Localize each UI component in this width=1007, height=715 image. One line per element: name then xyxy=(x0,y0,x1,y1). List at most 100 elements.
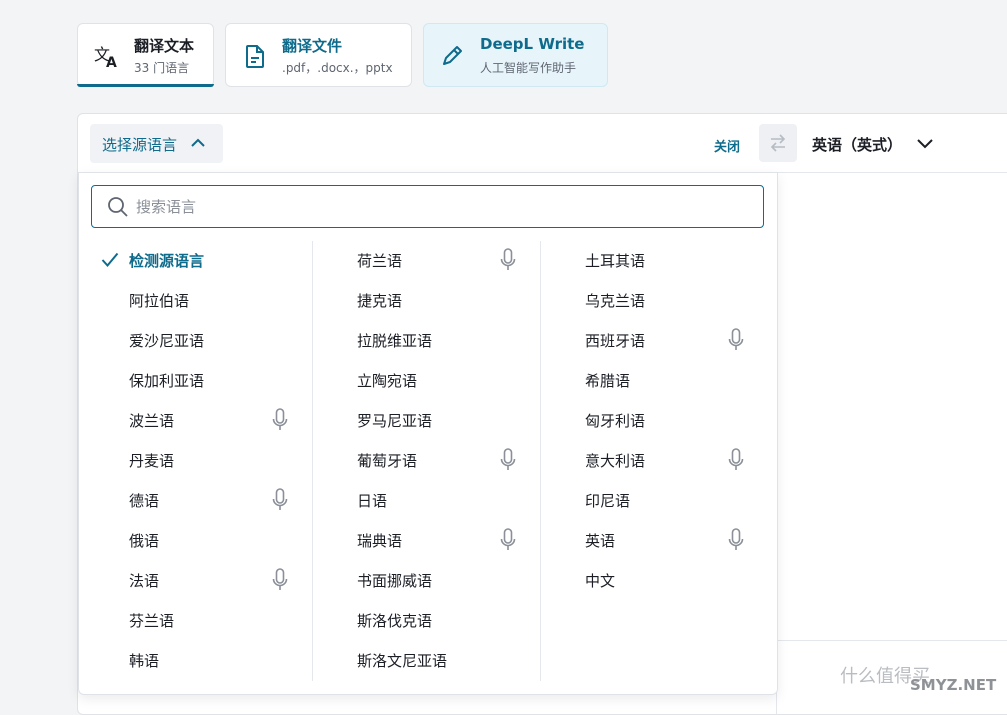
language-option-label: 日语 xyxy=(357,492,388,510)
language-option[interactable]: 英语 xyxy=(535,521,745,561)
document-icon xyxy=(246,45,264,68)
tab-subtitle: 33 门语言 xyxy=(134,61,190,75)
watermark-site: SMYZ.NET xyxy=(910,676,997,694)
language-option-label: 拉脱维亚语 xyxy=(357,332,433,350)
language-option-label: 匈牙利语 xyxy=(585,412,646,430)
language-option-label: 立陶宛语 xyxy=(357,372,418,390)
language-option-label: 土耳其语 xyxy=(585,252,646,270)
microphone-icon xyxy=(728,448,744,476)
language-option-label: 丹麦语 xyxy=(129,452,175,470)
tab-title: 翻译文件 xyxy=(282,37,343,55)
language-option[interactable]: 土耳其语 xyxy=(535,241,745,281)
chevron-up-icon xyxy=(191,138,205,147)
language-option[interactable]: 印尼语 xyxy=(535,481,745,521)
language-option-label: 罗马尼亚语 xyxy=(357,412,433,430)
microphone-icon xyxy=(728,528,744,556)
microphone-icon xyxy=(272,408,288,436)
language-option[interactable]: 意大利语 xyxy=(535,441,745,481)
microphone-icon xyxy=(500,448,516,476)
language-option[interactable]: 法语 xyxy=(79,561,289,601)
language-search-box[interactable] xyxy=(91,185,764,228)
language-option-label: 瑞典语 xyxy=(357,532,403,550)
tab-title: DeepL Write xyxy=(480,35,585,53)
microphone-icon xyxy=(728,328,744,356)
language-option-label: 德语 xyxy=(129,492,160,510)
microphone-icon xyxy=(500,528,516,556)
language-option[interactable]: 希腊语 xyxy=(535,361,745,401)
language-option[interactable]: 斯洛伐克语 xyxy=(307,601,517,641)
language-option[interactable]: 瑞典语 xyxy=(307,521,517,561)
language-option-label: 英语 xyxy=(585,532,616,550)
pen-icon xyxy=(443,46,462,65)
language-option[interactable]: 斯洛文尼亚语 xyxy=(307,641,517,681)
tab-translate-files[interactable]: 翻译文件 .pdf，.docx.，pptx xyxy=(225,23,412,87)
language-option[interactable]: 中文 xyxy=(535,561,745,601)
tab-deepl-write[interactable]: DeepL Write 人工智能写作助手 xyxy=(423,23,608,87)
language-option[interactable]: 西班牙语 xyxy=(535,321,745,361)
language-dropdown: 检测源语言阿拉伯语爱沙尼亚语保加利亚语波兰语丹麦语德语俄语法语芬兰语韩语 荷兰语… xyxy=(78,172,778,695)
tab-title: 翻译文本 xyxy=(134,37,195,55)
language-option[interactable]: 葡萄牙语 xyxy=(307,441,517,481)
language-option-label: 捷克语 xyxy=(357,292,403,310)
chevron-down-icon[interactable] xyxy=(916,136,934,150)
tab-subtitle: 人工智能写作助手 xyxy=(480,61,577,75)
translate-icon: 文 A xyxy=(94,45,117,70)
tab-subtitle: .pdf，.docx.，pptx xyxy=(282,61,393,75)
language-option-label: 书面挪威语 xyxy=(357,572,433,590)
language-option[interactable]: 芬兰语 xyxy=(79,601,289,641)
microphone-icon xyxy=(500,248,516,276)
language-option[interactable]: 检测源语言 xyxy=(79,241,289,281)
source-language-button[interactable]: 选择源语言 xyxy=(90,124,223,163)
language-option-label: 希腊语 xyxy=(585,372,631,390)
language-option-label: 法语 xyxy=(129,572,160,590)
language-option[interactable]: 阿拉伯语 xyxy=(79,281,289,321)
divider xyxy=(776,640,1007,641)
language-option[interactable]: 书面挪威语 xyxy=(307,561,517,601)
language-option-label: 检测源语言 xyxy=(129,252,205,270)
language-option-label: 印尼语 xyxy=(585,492,631,510)
search-icon xyxy=(108,197,128,217)
close-button[interactable]: 关闭 xyxy=(714,136,740,155)
language-option-label: 意大利语 xyxy=(585,452,646,470)
language-option-label: 爱沙尼亚语 xyxy=(129,332,205,350)
language-option-label: 波兰语 xyxy=(129,412,175,430)
swap-icon xyxy=(770,134,786,152)
language-option[interactable]: 德语 xyxy=(79,481,289,521)
tab-translate-text[interactable]: 文 A 翻译文本 33 门语言 xyxy=(77,23,214,87)
language-option-label: 斯洛伐克语 xyxy=(357,612,433,630)
language-option[interactable]: 日语 xyxy=(307,481,517,521)
language-option-label: 保加利亚语 xyxy=(129,372,205,390)
language-option[interactable]: 波兰语 xyxy=(79,401,289,441)
language-option[interactable]: 拉脱维亚语 xyxy=(307,321,517,361)
language-option-label: 荷兰语 xyxy=(357,252,403,270)
language-option[interactable]: 韩语 xyxy=(79,641,289,681)
language-option[interactable]: 爱沙尼亚语 xyxy=(79,321,289,361)
language-option[interactable]: 罗马尼亚语 xyxy=(307,401,517,441)
language-option-label: 葡萄牙语 xyxy=(357,452,418,470)
target-language-label[interactable]: 英语（英式） xyxy=(812,134,902,155)
language-option[interactable]: 捷克语 xyxy=(307,281,517,321)
language-option[interactable]: 俄语 xyxy=(79,521,289,561)
microphone-icon xyxy=(272,568,288,596)
source-language-label: 选择源语言 xyxy=(102,136,178,154)
active-tab-indicator xyxy=(77,84,214,87)
language-option[interactable]: 丹麦语 xyxy=(79,441,289,481)
svg-text:A: A xyxy=(106,55,117,70)
language-option-label: 乌克兰语 xyxy=(585,292,646,310)
language-option-label: 西班牙语 xyxy=(585,332,646,350)
language-option-label: 中文 xyxy=(585,572,616,590)
language-option[interactable]: 保加利亚语 xyxy=(79,361,289,401)
language-option[interactable]: 立陶宛语 xyxy=(307,361,517,401)
microphone-icon xyxy=(272,488,288,516)
language-option-label: 俄语 xyxy=(129,532,160,550)
language-option[interactable]: 匈牙利语 xyxy=(535,401,745,441)
swap-languages-button[interactable] xyxy=(759,124,797,162)
language-option[interactable]: 荷兰语 xyxy=(307,241,517,281)
checkmark-icon xyxy=(101,252,119,272)
language-option[interactable]: 乌克兰语 xyxy=(535,281,745,321)
language-search-input[interactable] xyxy=(136,196,736,218)
language-option-label: 芬兰语 xyxy=(129,612,175,630)
language-option-label: 阿拉伯语 xyxy=(129,292,190,310)
language-option-label: 斯洛文尼亚语 xyxy=(357,652,448,670)
language-option-label: 韩语 xyxy=(129,652,160,670)
